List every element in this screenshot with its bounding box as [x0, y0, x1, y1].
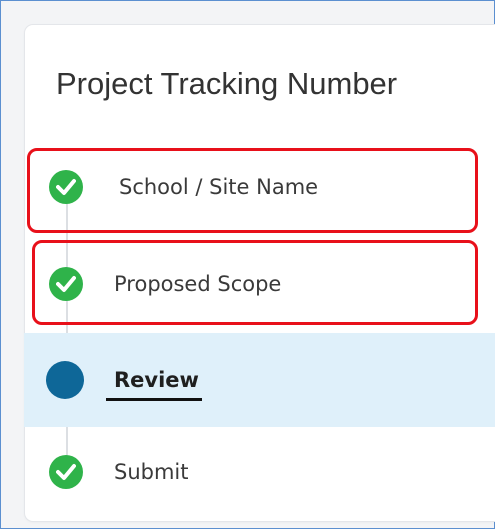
page-title: Project Tracking Number — [56, 66, 398, 101]
step-label: Submit — [114, 460, 189, 484]
step-submit[interactable]: Submit — [24, 425, 495, 519]
active-step-underline — [106, 398, 202, 401]
step-review[interactable]: Review — [24, 333, 495, 427]
current-step-dot-icon — [46, 361, 84, 399]
step-label: Proposed Scope — [114, 272, 282, 296]
check-circle-icon — [49, 170, 83, 204]
step-label: School / Site Name — [119, 175, 319, 199]
step-proposed-scope[interactable]: Proposed Scope — [24, 237, 495, 331]
check-circle-icon — [49, 455, 83, 489]
step-label: Review — [114, 368, 199, 392]
check-circle-icon — [49, 267, 83, 301]
step-school-site-name[interactable]: School / Site Name — [24, 140, 495, 234]
